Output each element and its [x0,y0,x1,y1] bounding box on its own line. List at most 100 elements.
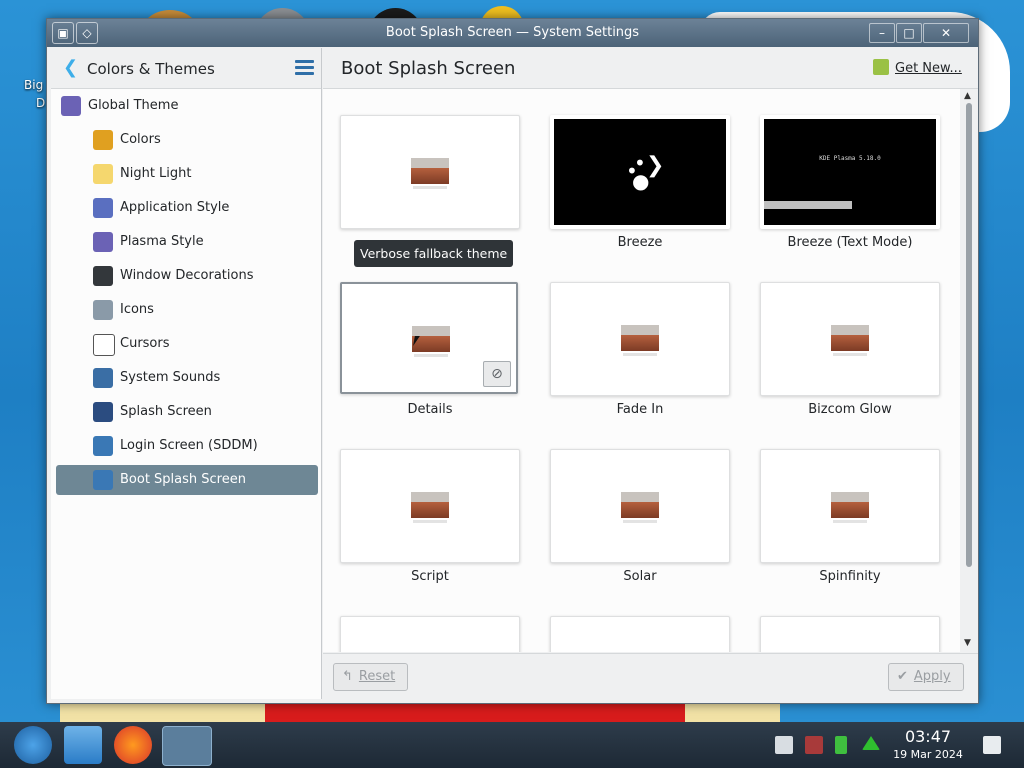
theme-card-label: Spinfinity [819,569,881,584]
application-style-icon [93,198,113,218]
theme-preview[interactable] [760,282,940,396]
system-settings-icon[interactable] [162,726,212,766]
theme-card-breeze-text-mode[interactable]: KDE Plasma 5.18.0 Breeze (Text Mode) [760,115,940,255]
theme-card-label: Breeze (Text Mode) [787,235,913,250]
sidebar-item-splash-screen[interactable]: Splash Screen [56,397,318,427]
theme-card-fade-in[interactable]: Fade In [550,282,730,422]
theme-preview[interactable] [340,115,520,229]
content-header: Boot Splash Screen Get New... [323,48,978,89]
scroll-up-icon[interactable]: ▲ [964,91,971,101]
reset-label: Reset [358,669,396,684]
start-menu-icon[interactable] [14,726,52,764]
battery-icon[interactable] [835,736,847,754]
taskbar: 03:47 19 Mar 2024 [0,722,1024,768]
theme-card-untitled-11[interactable] [760,616,940,652]
apply-button[interactable]: ✔ Apply [888,663,964,691]
image-placeholder-icon [831,492,869,523]
theme-preview[interactable] [760,616,940,652]
sidebar-title: Colors & Themes [87,60,215,78]
theme-card-untitled-10[interactable] [550,616,730,652]
sidebar-item-label: Login Screen (SDDM) [120,438,258,453]
text-mode-preview-text: KDE Plasma 5.18.0 [819,155,881,162]
sidebar-item-login-screen-sddm[interactable]: Login Screen (SDDM) [56,431,318,461]
sidebar-item-label: Splash Screen [120,404,212,419]
sidebar-item-night-light[interactable]: Night Light [56,159,318,189]
theme-preview[interactable] [340,616,520,652]
image-placeholder-icon [411,158,449,189]
sidebar-item-application-style[interactable]: Application Style [56,193,318,223]
clock-time[interactable]: 03:47 [888,727,968,746]
theme-card-solar[interactable]: Solar [550,449,730,589]
theme-card-script[interactable]: Script [340,449,520,589]
desktop-icon-sublabel[interactable]: D [36,96,45,110]
sidebar-item-system-sounds[interactable]: System Sounds [56,363,318,393]
clock-date[interactable]: 19 Mar 2024 [888,748,968,761]
sidebar-item-label: Boot Splash Screen [120,472,246,487]
sidebar-item-label: Plasma Style [120,234,204,249]
theme-card-details[interactable]: ⊘ Details [340,282,520,422]
window-title: Boot Splash Screen — System Settings [385,25,640,40]
checkmark-icon: ✔ [897,669,908,684]
minimize-button[interactable]: – [869,23,895,43]
theme-preview[interactable]: KDE Plasma 5.18.0 [760,115,940,229]
sidebar-header: ❮ Colors & Themes [51,48,321,89]
theme-grid: • • ● ❯ Breeze KDE Plasma 5.18.0 Breeze (Text … [323,89,960,652]
icons-icon [93,300,113,320]
cursor-icon [93,334,115,356]
theme-card-bizcom-glow[interactable]: Bizcom Glow [760,282,940,422]
theme-preview[interactable] [550,449,730,563]
image-placeholder-icon [411,492,449,523]
network-icon[interactable] [805,736,823,754]
sidebar-item-plasma-style[interactable]: Plasma Style [56,227,318,257]
hamburger-menu-icon[interactable] [295,60,314,78]
reset-button[interactable]: ↰ Reset [333,663,408,691]
image-placeholder-icon [621,325,659,356]
theme-preview[interactable]: • • ● ❯ [550,115,730,229]
sidebar-item-boot-splash-screen[interactable]: Boot Splash Screen [56,465,318,495]
back-arrow-icon[interactable]: ❮ [63,57,78,78]
sidebar-item-window-decorations[interactable]: Window Decorations [56,261,318,291]
titlebar[interactable]: ▣ ◇ Boot Splash Screen — System Settings… [47,19,978,47]
theme-preview[interactable] [340,449,520,563]
notifications-icon[interactable] [983,736,1001,754]
sidebar: ❮ Colors & Themes Global Theme Colors Nigh… [51,48,322,699]
apply-label: Apply [913,669,951,684]
theme-preview[interactable] [760,449,940,563]
splash-screen-icon [93,402,113,422]
theme-card-untitled-0[interactable] [340,115,520,255]
scrollbar-handle[interactable] [966,103,972,567]
image-placeholder-icon [831,325,869,356]
sidebar-item-colors[interactable]: Colors [56,125,318,155]
color-wheel-icon [93,130,113,150]
page-title: Boot Splash Screen [341,58,516,79]
reset-icon: ↰ [342,669,353,684]
remove-icon[interactable]: ⊘ [483,361,511,387]
maximize-button[interactable]: □ [896,23,922,43]
close-button[interactable]: ✕ [923,23,969,43]
updates-icon[interactable] [862,736,880,750]
get-new-button[interactable]: Get New... [873,59,962,76]
footer: ↰ Reset ✔ Apply [323,653,978,700]
sidebar-item-icons[interactable]: Icons [56,295,318,325]
theme-preview[interactable] [550,616,730,652]
clipboard-icon[interactable] [775,736,793,754]
firefox-icon[interactable] [114,726,152,764]
scroll-down-icon[interactable]: ▼ [964,638,971,648]
file-manager-icon[interactable] [64,726,102,764]
scrollbar[interactable]: ▲ ▼ [960,89,978,652]
system-settings-window: ▣ ◇ Boot Splash Screen — System Settings… [46,18,979,704]
theme-card-label: Solar [623,569,657,584]
theme-card-label: Fade In [616,402,664,417]
sidebar-item-label: Icons [120,302,154,317]
sidebar-item-cursors[interactable]: Cursors [56,329,318,359]
theme-card-breeze[interactable]: • • ● ❯ Breeze [550,115,730,255]
theme-card-spinfinity[interactable]: Spinfinity [760,449,940,589]
theme-preview[interactable] [550,282,730,396]
theme-preview[interactable]: ⊘ [340,282,518,394]
image-placeholder-icon [621,492,659,523]
theme-card-untitled-9[interactable] [340,616,520,652]
desktop-icon-label[interactable]: Big [24,78,43,92]
theme-card-label: Details [407,402,453,417]
sidebar-item-label: Global Theme [88,98,179,113]
sidebar-item-global-theme[interactable]: Global Theme [56,91,318,121]
